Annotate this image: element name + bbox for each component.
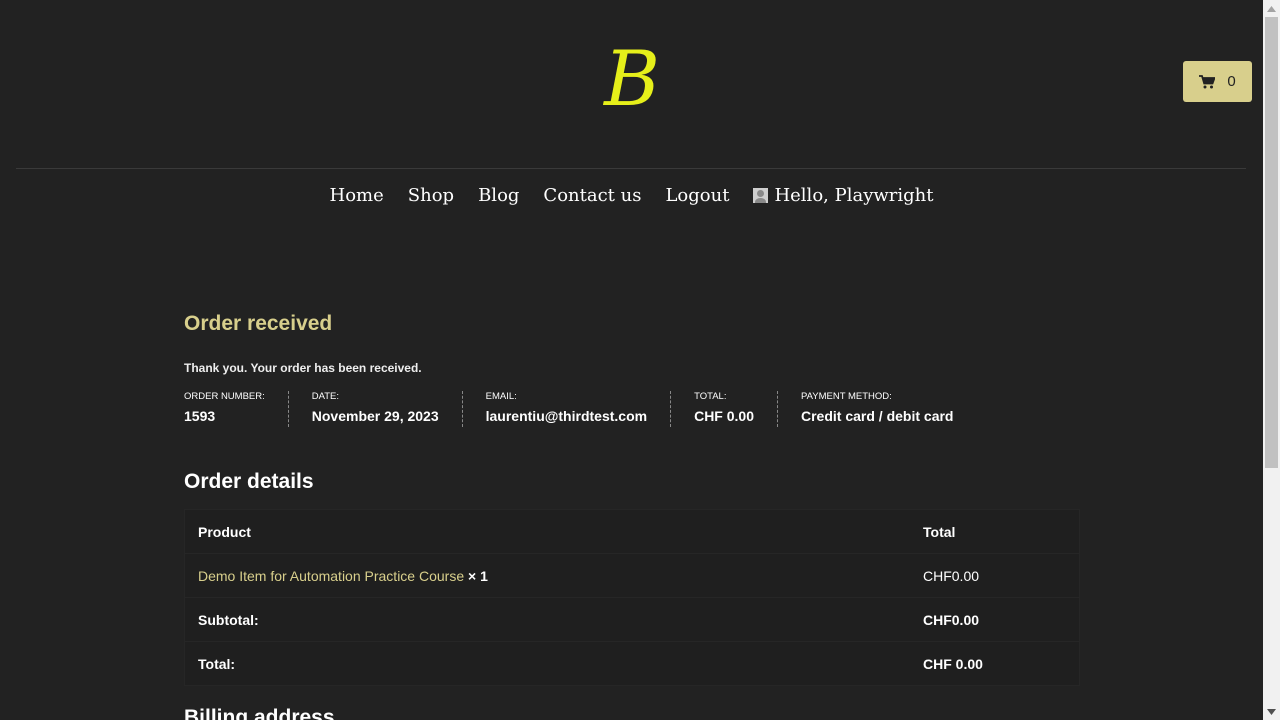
scroll-down-arrow-icon[interactable]: [1263, 703, 1280, 720]
overview-value: 1593: [184, 408, 216, 424]
overview-value: Credit card / debit card: [801, 408, 954, 424]
order-details-table: Product Total Demo Item for Automation P…: [184, 509, 1080, 686]
table-row: Demo Item for Automation Practice Course…: [184, 553, 1080, 598]
nav-home[interactable]: Home: [330, 185, 384, 206]
cart-icon: [1199, 74, 1216, 89]
overview-label: Payment method:: [801, 391, 892, 402]
order-overview: Order number: 1593 Date: November 29, 20…: [184, 391, 976, 427]
page: B 0 Home Shop Blog Contact us Logout Hel…: [0, 0, 1263, 720]
product-total: CHF0.00: [910, 553, 1080, 598]
scrollbar-thumb[interactable]: [1265, 17, 1278, 468]
nav-contact-us[interactable]: Contact us: [543, 185, 641, 206]
overview-payment-method: Payment method: Credit card / debit card: [777, 391, 976, 427]
table-header-row: Product Total: [184, 509, 1080, 554]
billing-address-title: Billing address: [184, 706, 335, 720]
nav-user-account[interactable]: Hello, Playwright: [753, 185, 933, 206]
total-value: CHF 0.00: [910, 641, 1080, 686]
overview-value: November 29, 2023: [311, 408, 439, 424]
product-link[interactable]: Demo Item for Automation Practice Course: [198, 568, 464, 584]
overview-label: Email:: [485, 391, 517, 402]
main-nav: Home Shop Blog Contact us Logout Hello, …: [0, 180, 1263, 210]
avatar-icon: [753, 187, 769, 203]
subtotal-label: Subtotal:: [184, 597, 910, 642]
nav-logout[interactable]: Logout: [665, 185, 729, 206]
nav-shop[interactable]: Shop: [408, 185, 454, 206]
overview-email: Email: laurentiu@thirdtest.com: [461, 391, 670, 427]
overview-total: Total: CHF 0.00: [670, 391, 777, 427]
product-quantity: × 1: [468, 567, 488, 584]
order-received-title: Order received: [184, 312, 333, 335]
overview-label: Total:: [694, 391, 727, 402]
product-cell: Demo Item for Automation Practice Course…: [184, 553, 910, 598]
user-greeting: Hello, Playwright: [774, 184, 934, 206]
total-label: Total:: [184, 641, 910, 686]
overview-value: laurentiu@thirdtest.com: [485, 408, 648, 424]
subtotal-row: Subtotal: CHF0.00: [184, 597, 1080, 642]
cart-count: 0: [1227, 73, 1236, 90]
overview-order-number: Order number: 1593: [184, 391, 288, 427]
nav-blog[interactable]: Blog: [478, 185, 519, 206]
total-column-header: Total: [910, 509, 1080, 554]
site-logo[interactable]: B: [600, 34, 664, 124]
header-divider: [16, 168, 1246, 169]
thank-you-message: Thank you. Your order has been received.: [184, 361, 422, 375]
overview-date: Date: November 29, 2023: [287, 391, 462, 427]
product-column-header: Product: [184, 509, 910, 554]
order-details-title: Order details: [184, 470, 314, 493]
subtotal-value: CHF0.00: [910, 597, 1080, 642]
scroll-up-arrow-icon[interactable]: [1263, 0, 1280, 17]
overview-value: CHF 0.00: [694, 408, 754, 424]
total-row: Total: CHF 0.00: [184, 641, 1080, 686]
overview-label: Date:: [311, 391, 340, 402]
cart-button[interactable]: 0: [1183, 61, 1252, 102]
vertical-scrollbar[interactable]: [1263, 0, 1280, 720]
overview-label: Order number:: [184, 391, 265, 402]
